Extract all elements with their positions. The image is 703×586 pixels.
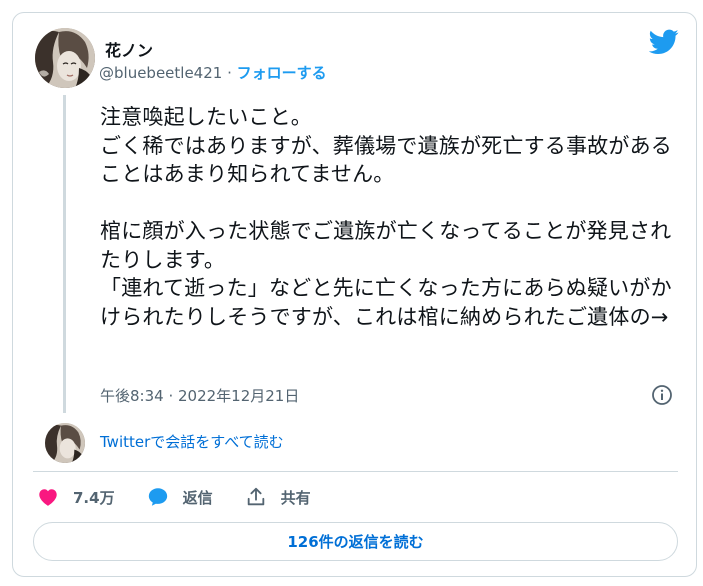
share-label: 共有 [280,488,311,507]
author-handle-row: @bluebeetle421 · フォローする [99,62,327,83]
action-bar: 7.4万 返信 共有 [37,485,343,509]
read-conversation-link[interactable]: Twitterで会話をすべて読む [100,431,284,452]
handle-separator: · [227,64,232,82]
like-button[interactable]: 7.4万 [37,486,115,508]
embedded-tweet-card: 花ノン @bluebeetle421 · フォローする 注意喚起したいこと。 ご… [12,12,697,577]
reply-label: 返信 [182,488,213,507]
divider [33,471,678,472]
conversation-avatar[interactable] [45,423,85,463]
reply-bubble-icon [148,488,167,506]
follow-button[interactable]: フォローする [237,64,327,82]
tweet-timestamp[interactable]: 午後8:34 · 2022年12月21日 [100,385,299,406]
share-icon [247,487,264,506]
like-count: 7.4万 [73,488,115,507]
twitter-bird-icon[interactable] [649,29,679,55]
share-button[interactable]: 共有 [245,486,311,508]
thread-line [63,95,66,413]
read-replies-button[interactable]: 126件の返信を読む [33,522,678,561]
heart-icon [39,489,57,506]
tweet-text: 注意喚起したいこと。 ごく稀ではありますが、葬儀場で遺族が死亡する事故があること… [100,105,672,329]
info-icon[interactable] [651,384,673,406]
reply-button[interactable]: 返信 [147,486,213,508]
author-avatar[interactable] [35,28,95,88]
author-name[interactable]: 花ノン [105,37,153,61]
author-handle[interactable]: @bluebeetle421 [99,64,222,82]
